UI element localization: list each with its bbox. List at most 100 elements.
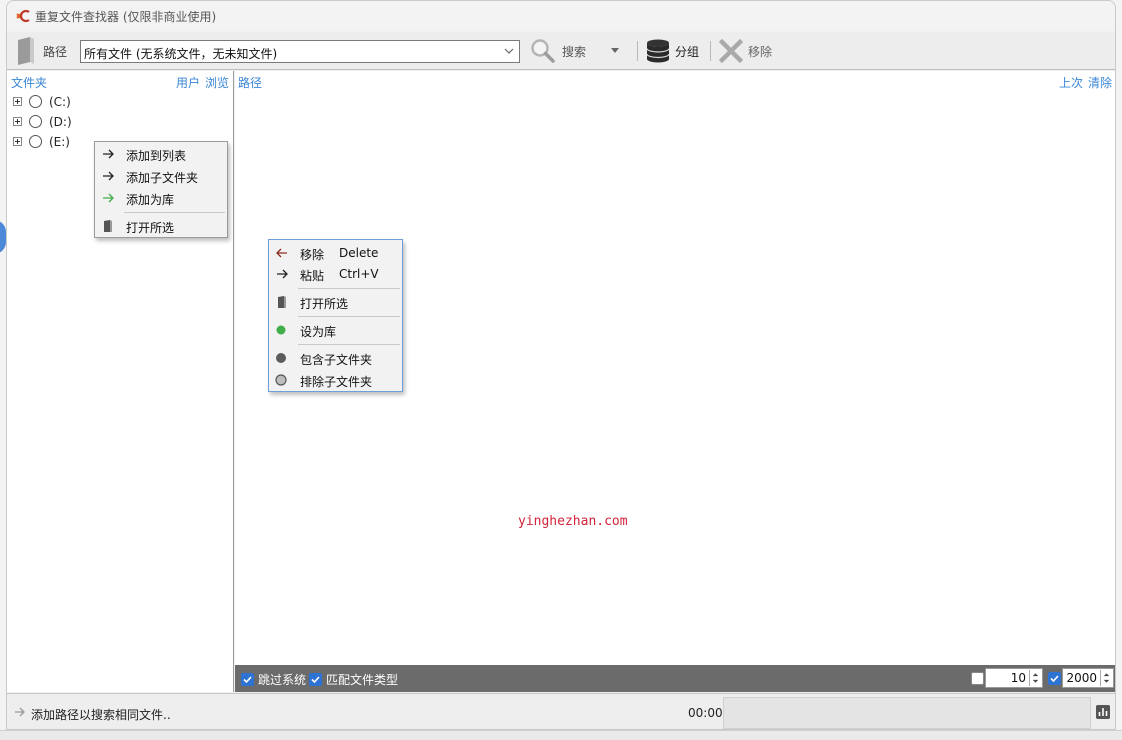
menu-item-label: 打开所选 — [126, 221, 175, 235]
menu-open-selected[interactable]: 打开所选 — [269, 291, 402, 313]
group-label: 分组 — [675, 45, 700, 59]
menu-item-label: 设为库 — [300, 325, 337, 339]
remove-button[interactable]: 移除 — [717, 36, 779, 66]
menu-item-shortcut: Ctrl+V — [339, 267, 379, 281]
arrow-right-icon — [277, 269, 288, 279]
match-type-label[interactable]: 匹配文件类型 — [326, 671, 398, 688]
arrow-left-icon — [276, 248, 287, 258]
drive-item-e[interactable]: (E:) — [13, 133, 93, 151]
menu-item-label: 添加为库 — [126, 193, 175, 207]
status-bar: 添加路径以搜索相同文件.. 00:00 — [7, 693, 1115, 729]
path-list-header: 路径 上次 清除 — [235, 71, 1115, 90]
drive-label: (E:) — [49, 135, 70, 149]
app-window: 重复文件查找器 (仅限非商业使用) 路径 所有文件 (无系统文件，无未知文件) — [6, 0, 1116, 730]
spinner-arrows-icon[interactable] — [1029, 670, 1041, 686]
menu-set-as-library[interactable]: 设为库 — [269, 319, 402, 341]
path-list-title: 路径 — [238, 76, 263, 90]
spinner-arrows-icon[interactable] — [1100, 670, 1112, 686]
gray-dot-icon — [275, 374, 287, 386]
drive-radio[interactable] — [29, 95, 42, 108]
desktop: 重复文件查找器 (仅限非商业使用) 路径 所有文件 (无系统文件，无未知文件) — [0, 0, 1122, 740]
menu-separator — [298, 344, 400, 345]
min-size-checkbox[interactable] — [971, 672, 984, 685]
menu-separator — [124, 212, 225, 213]
drive-item-c[interactable]: (C:) — [13, 93, 93, 111]
title-bar: 重复文件查找器 (仅限非商业使用) — [7, 1, 1115, 31]
skip-system-label[interactable]: 跳过系统 — [258, 671, 306, 688]
folder-panel-title: 文件夹 — [11, 76, 48, 90]
path-context-menu: 移除 Delete 粘贴 Ctrl+V 打开所选 设为库 包含子文件夹 排除子文… — [268, 239, 403, 392]
menu-item-label: 粘贴 — [300, 269, 325, 283]
menu-separator — [298, 316, 400, 317]
path-filter-value: 所有文件 (无系统文件，无未知文件) — [84, 47, 278, 61]
arrow-right-icon — [103, 149, 114, 159]
path-label: 路径 — [43, 45, 68, 59]
folder-panel-header: 文件夹 用户 浏览 — [7, 71, 233, 91]
menu-paste[interactable]: 粘贴 Ctrl+V — [269, 263, 402, 285]
search-button[interactable]: 搜索 — [528, 36, 624, 66]
browse-link[interactable]: 浏览 — [205, 74, 229, 91]
match-type-checkbox[interactable] — [309, 673, 322, 686]
drive-item-d[interactable]: (D:) — [13, 113, 93, 131]
watermark-text: yinghezhan.com — [518, 514, 628, 529]
group-button[interactable]: 分组 — [645, 36, 707, 66]
menu-item-shortcut: Delete — [339, 246, 379, 260]
database-icon — [646, 39, 670, 63]
menu-item-label: 添加子文件夹 — [126, 171, 199, 185]
menu-add-as-library[interactable]: 添加为库 — [95, 187, 227, 209]
drive-radio[interactable] — [29, 135, 42, 148]
menu-item-label: 包含子文件夹 — [300, 353, 373, 367]
expand-plus-icon[interactable] — [13, 137, 22, 146]
skip-system-checkbox[interactable] — [241, 673, 254, 686]
toolbar-separator — [637, 41, 638, 61]
user-link[interactable]: 用户 — [176, 74, 200, 91]
drive-label: (C:) — [49, 95, 71, 109]
app-logo-icon — [16, 9, 30, 23]
menu-remove[interactable]: 移除 Delete — [269, 242, 402, 264]
drive-radio[interactable] — [29, 115, 42, 128]
menu-item-label: 添加到列表 — [126, 149, 187, 163]
remove-label: 移除 — [748, 45, 773, 59]
menu-item-label: 打开所选 — [300, 297, 349, 311]
arrow-right-icon — [103, 171, 114, 181]
toolbar: 路径 所有文件 (无系统文件，无未知文件) 搜索 分组 移除 — [7, 32, 1115, 70]
min-size-value: 10 — [1010, 671, 1026, 685]
green-dot-icon — [276, 325, 286, 335]
folder-context-menu: 添加到列表 添加子文件夹 添加为库 打开所选 — [94, 141, 228, 238]
path-book-icon — [18, 37, 34, 65]
previous-link[interactable]: 上次 — [1059, 74, 1083, 91]
green-arrow-right-icon — [103, 193, 114, 203]
remove-x-icon — [719, 39, 743, 63]
dark-dot-icon — [276, 353, 286, 363]
options-bar: 跳过系统 匹配文件类型 10 2000 — [235, 665, 1115, 692]
path-filter-select[interactable]: 所有文件 (无系统文件，无未知文件) — [80, 40, 520, 63]
max-size-checkbox[interactable] — [1048, 672, 1061, 685]
menu-add-subfolders[interactable]: 添加子文件夹 — [95, 165, 227, 187]
menu-exclude-subfolders[interactable]: 排除子文件夹 — [269, 369, 402, 391]
drive-label: (D:) — [49, 115, 72, 129]
window-title: 重复文件查找器 (仅限非商业使用) — [35, 10, 217, 24]
max-size-spinner[interactable]: 2000 — [1062, 668, 1114, 688]
expand-plus-icon[interactable] — [13, 117, 22, 126]
menu-add-to-list[interactable]: 添加到列表 — [95, 143, 227, 165]
menu-open-selected[interactable]: 打开所选 — [95, 215, 227, 237]
clear-link[interactable]: 清除 — [1088, 74, 1112, 91]
elapsed-time: 00:00 — [688, 706, 723, 720]
open-book-icon — [278, 296, 286, 308]
background-window-strip — [0, 730, 1122, 740]
menu-separator — [298, 288, 400, 289]
progress-bar — [723, 697, 1091, 729]
toolbar-separator — [710, 41, 711, 61]
status-message: 添加路径以搜索相同文件.. — [31, 708, 171, 722]
max-size-value: 2000 — [1066, 671, 1097, 685]
menu-include-subfolders[interactable]: 包含子文件夹 — [269, 347, 402, 369]
open-book-icon — [104, 220, 112, 232]
min-size-spinner[interactable]: 10 — [985, 668, 1043, 688]
expand-plus-icon[interactable] — [13, 97, 22, 106]
search-label: 搜索 — [562, 45, 587, 59]
checkmark-icon — [243, 676, 252, 684]
menu-item-label: 排除子文件夹 — [300, 375, 373, 389]
chevron-down-icon — [504, 48, 514, 54]
search-dropdown-icon[interactable] — [610, 47, 620, 55]
statistics-icon[interactable] — [1096, 705, 1110, 719]
